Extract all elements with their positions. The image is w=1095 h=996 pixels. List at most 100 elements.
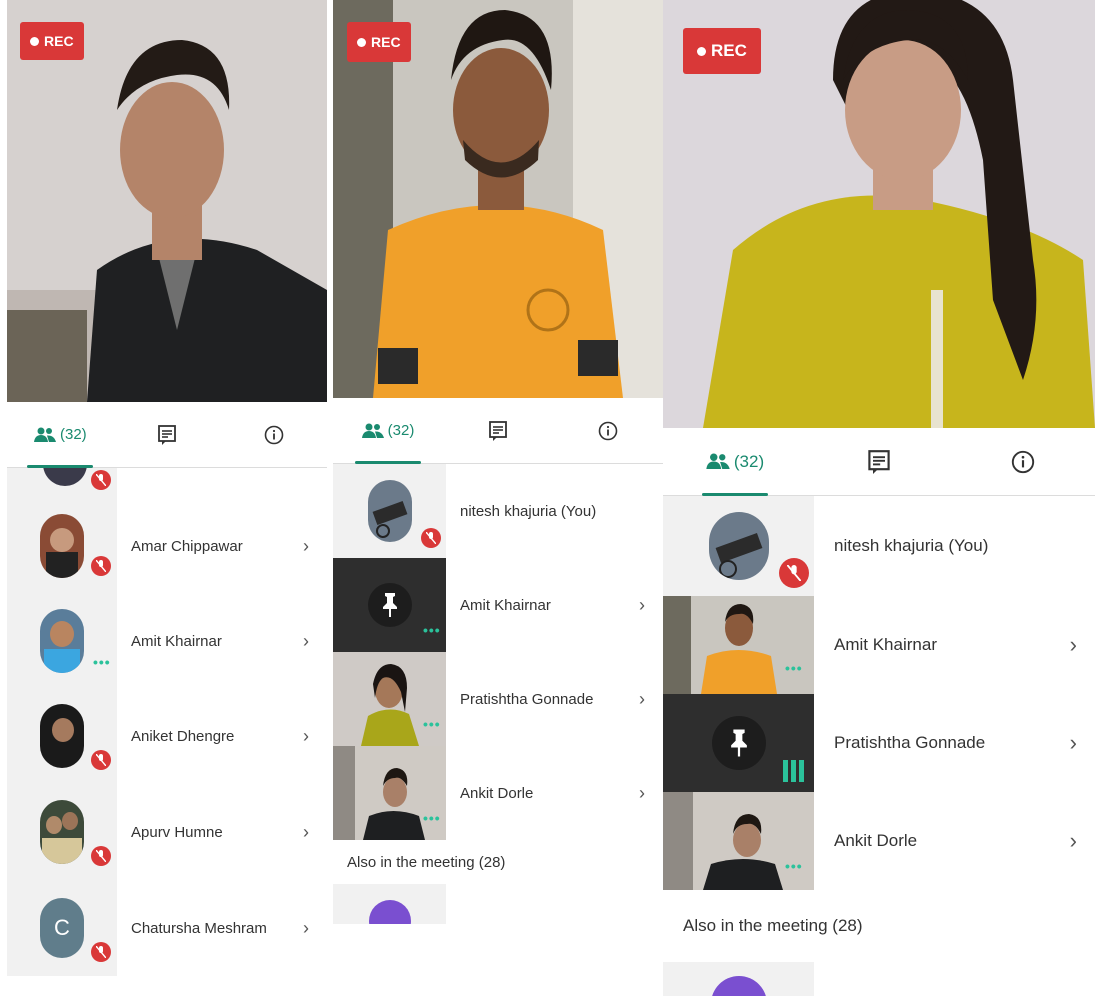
- rec-label: REC: [711, 41, 747, 60]
- tab-info[interactable]: [951, 428, 1095, 495]
- pin-icon: [730, 729, 747, 757]
- chevron-right-icon[interactable]: ›: [1070, 828, 1095, 854]
- panel-tabs: (32): [663, 428, 1095, 496]
- tab-chat[interactable]: [443, 398, 553, 463]
- people-icon: [361, 423, 384, 438]
- avatar: [40, 800, 84, 864]
- participant-list: nitesh khajuria (You) ••• Amit Khairnar …: [333, 464, 663, 924]
- avatar: [711, 976, 767, 996]
- info-icon: [264, 425, 283, 444]
- list-item[interactable]: [663, 962, 1095, 996]
- recording-badge: REC: [347, 22, 411, 62]
- rec-label: REC: [371, 34, 401, 50]
- meeting-panel-2: REC (32) nitesh khajuria (You) ••• Amit …: [333, 0, 663, 996]
- mic-off-icon: [91, 470, 111, 490]
- more-dots-icon: •••: [785, 858, 803, 874]
- avatar: [367, 480, 412, 542]
- more-dots-icon: •••: [93, 654, 111, 670]
- chevron-right-icon[interactable]: ›: [639, 689, 663, 710]
- tab-info[interactable]: [553, 398, 663, 463]
- section-label: Also in the meeting (28): [347, 853, 506, 871]
- also-in-meeting-header: Also in the meeting (28): [663, 890, 1095, 962]
- participant-thumbnail: [333, 464, 446, 558]
- list-item[interactable]: ••• Pratishtha Gonnade ›: [333, 652, 663, 746]
- chevron-right-icon[interactable]: ›: [303, 822, 327, 843]
- list-item[interactable]: ••• Amit Khairnar ›: [333, 558, 663, 652]
- tab-participants[interactable]: (32): [663, 428, 807, 496]
- avatar: [40, 514, 84, 578]
- participant-name: Pratishtha Gonnade: [834, 733, 986, 752]
- tab-participants[interactable]: (32): [333, 398, 443, 464]
- chevron-right-icon[interactable]: ›: [303, 918, 327, 939]
- mic-off-icon: [779, 558, 809, 588]
- pin-icon: [382, 593, 397, 617]
- section-label: Also in the meeting (28): [683, 916, 863, 935]
- list-item[interactable]: ••• Amit Khairnar ›: [663, 596, 1095, 694]
- chat-icon: [868, 449, 890, 474]
- participant-thumbnail: [663, 962, 814, 996]
- list-item[interactable]: Amar Chippawar ›: [7, 498, 327, 594]
- participant-thumbnail: [7, 688, 117, 784]
- tab-chat[interactable]: [807, 428, 951, 495]
- participant-thumbnail: •••: [333, 558, 446, 652]
- chevron-right-icon[interactable]: ›: [303, 536, 327, 557]
- participant-thumbnail: [7, 784, 117, 880]
- info-icon: [1011, 450, 1035, 473]
- participant-count: (32): [733, 451, 765, 471]
- chevron-right-icon[interactable]: ›: [1070, 632, 1095, 658]
- recording-badge: REC: [20, 22, 84, 60]
- audio-bars-icon: [783, 760, 804, 782]
- mic-off-icon: [91, 846, 111, 866]
- participant-thumbnail: C: [7, 880, 117, 976]
- participant-thumbnail: [7, 468, 117, 498]
- list-item[interactable]: Aniket Dhengre ›: [7, 688, 327, 784]
- chevron-right-icon[interactable]: ›: [639, 595, 663, 616]
- participant-list: Amar Chippawar › ••• Amit Khairnar › Ani…: [7, 468, 327, 976]
- avatar: [40, 609, 84, 673]
- meeting-panel-3: REC (32) nitesh khajuria (You) ••• Amit …: [663, 0, 1095, 996]
- more-dots-icon: •••: [423, 810, 441, 826]
- chevron-right-icon[interactable]: ›: [639, 783, 663, 804]
- video-tile: [663, 596, 814, 694]
- record-dot-icon: [357, 37, 366, 47]
- video-tile: [663, 792, 814, 890]
- tab-participants[interactable]: (32): [7, 402, 114, 468]
- list-item[interactable]: Pratishtha Gonnade ›: [663, 694, 1095, 792]
- list-item[interactable]: ••• Ankit Dorle ›: [333, 746, 663, 840]
- participant-thumbnail: •••: [7, 594, 117, 688]
- participant-name: Ankit Dorle: [834, 831, 918, 850]
- list-item[interactable]: ••• Ankit Dorle ›: [663, 792, 1095, 890]
- list-item[interactable]: [333, 884, 663, 924]
- also-in-meeting-header: Also in the meeting (28): [333, 840, 663, 884]
- participant-name: Ankit Dorle: [460, 784, 534, 802]
- participant-name: Amit Khairnar: [460, 596, 551, 614]
- participant-count: (32): [59, 426, 87, 443]
- video-feed: REC: [7, 0, 327, 402]
- video-feed: REC: [663, 0, 1095, 428]
- list-item[interactable]: Apurv Humne ›: [7, 784, 327, 880]
- chat-icon: [489, 420, 507, 441]
- panel-tabs: (32): [7, 402, 327, 468]
- list-item[interactable]: [7, 468, 327, 498]
- people-icon: [706, 453, 730, 469]
- record-dot-icon: [697, 46, 706, 56]
- participant-thumbnail: •••: [663, 792, 814, 890]
- chevron-right-icon[interactable]: ›: [303, 631, 327, 652]
- list-item[interactable]: ••• Amit Khairnar ›: [7, 594, 327, 688]
- chevron-right-icon[interactable]: ›: [1070, 730, 1095, 756]
- more-dots-icon: •••: [423, 622, 441, 638]
- panel-tabs: (32): [333, 398, 663, 464]
- tab-chat[interactable]: [114, 402, 221, 467]
- participant-name: Amar Chippawar: [131, 537, 243, 555]
- participant-name: Amit Khairnar: [131, 632, 222, 650]
- avatar: [369, 900, 411, 924]
- list-item[interactable]: C Chatursha Meshram ›: [7, 880, 327, 976]
- list-item[interactable]: nitesh khajuria (You): [333, 464, 663, 558]
- chevron-right-icon[interactable]: ›: [303, 726, 327, 747]
- avatar: C: [40, 898, 84, 958]
- participant-thumbnail: [7, 498, 117, 594]
- list-item[interactable]: nitesh khajuria (You): [663, 496, 1095, 596]
- tab-info[interactable]: [220, 402, 327, 467]
- meeting-panel-1: REC (32) Amar Chippawar › ••• Amit Khair…: [7, 0, 327, 996]
- record-dot-icon: [30, 36, 39, 46]
